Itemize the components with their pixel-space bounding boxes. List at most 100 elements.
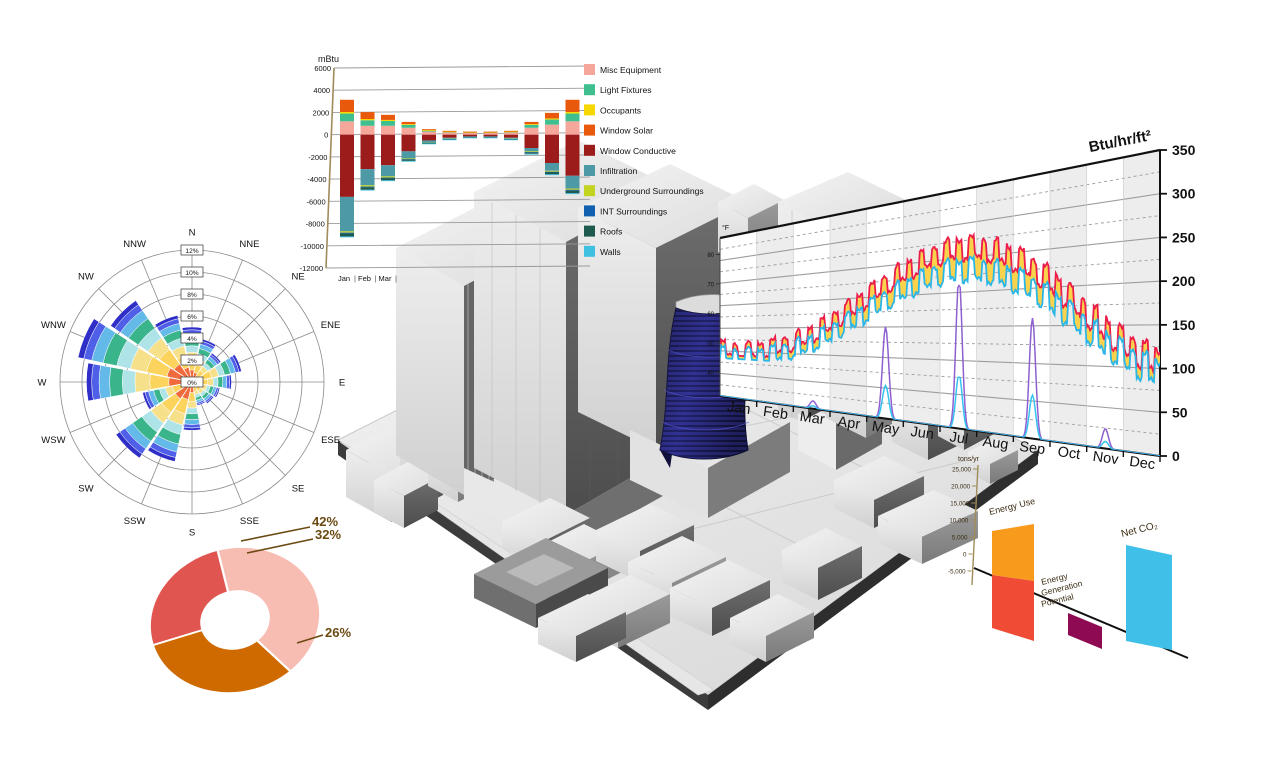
energy-bar-segment[interactable]	[360, 125, 375, 135]
energy-bar-segment[interactable]	[381, 165, 395, 177]
energy-bar-segment[interactable]	[524, 151, 539, 153]
energy-bar-segment[interactable]	[340, 231, 354, 233]
energy-bar-segment[interactable]	[360, 119, 375, 121]
energy-bar-segment[interactable]	[565, 121, 580, 135]
energy-bar-segment[interactable]	[545, 134, 559, 163]
monthly-chart-bars[interactable]	[340, 99, 580, 238]
legend-swatch[interactable]	[584, 185, 595, 197]
wind-rose-sector[interactable]	[98, 365, 112, 399]
wind-rose-sector[interactable]	[217, 376, 224, 388]
wind-rose-sector[interactable]	[122, 369, 137, 395]
energy-bar-segment[interactable]	[463, 134, 477, 137]
wind-rose-sector[interactable]	[184, 413, 200, 421]
energy-bar-segment[interactable]	[545, 163, 559, 171]
energy-bar-segment[interactable]	[483, 132, 498, 135]
energy-bar-segment[interactable]	[463, 137, 477, 139]
monthly-chart-legend[interactable]: Misc Equipment Light Fixtures Occupants Win…	[584, 64, 704, 257]
wind-rose-sector[interactable]	[184, 418, 200, 425]
energy-bar-segment[interactable]	[340, 112, 354, 114]
energy-bar-segment[interactable]	[340, 134, 354, 197]
energy-bar-segment[interactable]	[381, 176, 395, 178]
legend-swatch[interactable]	[584, 205, 595, 217]
wind-rose-sector[interactable]	[187, 400, 197, 409]
wind-rose-diagram[interactable]: 0% 2% 4% 6% 8% 10% 12% N NNE NE ENE E ESE SE SSE S SSW S…	[0, 212, 346, 542]
legend-swatch[interactable]	[584, 84, 595, 96]
energy-bar-segment[interactable]	[565, 113, 580, 122]
energy-bar-segment[interactable]	[340, 233, 354, 237]
legend-swatch[interactable]	[584, 144, 595, 156]
energy-bar-segment[interactable]	[565, 190, 580, 194]
wind-rose-sector[interactable]	[109, 366, 124, 398]
energy-bar-segment[interactable]	[422, 134, 436, 141]
energy-bar-segment[interactable]	[381, 125, 395, 135]
energy-bar-segment[interactable]	[360, 134, 375, 170]
wind-rose-sector[interactable]	[185, 407, 199, 415]
energy-bar-segment[interactable]	[442, 134, 457, 138]
energy-bar-segment[interactable]	[504, 134, 518, 138]
energy-bar-segment[interactable]	[422, 131, 436, 135]
energy-bar-segment[interactable]	[360, 112, 375, 119]
energy-bar-segment[interactable]	[401, 160, 416, 162]
energy-bar-segment[interactable]	[565, 99, 580, 112]
energy-bar-segment[interactable]	[463, 131, 477, 133]
energy-bar-segment[interactable]	[422, 143, 436, 145]
energy-bar-segment[interactable]	[381, 119, 395, 121]
legend-swatch[interactable]	[584, 225, 595, 237]
energy-bar-segment[interactable]	[524, 121, 539, 125]
energy-bar-segment[interactable]	[565, 175, 580, 189]
energy-bar-segment[interactable]	[565, 189, 580, 191]
energy-bar-segment[interactable]	[524, 124, 539, 125]
monthly-energy-balance-chart[interactable]: mBtu 6000 4000 2000 0 -2000 -4000 -6000 -8000 -1…	[300, 50, 720, 300]
energy-bar-segment[interactable]	[381, 180, 395, 182]
energy-bar-segment[interactable]	[545, 112, 559, 119]
energy-bar-segment[interactable]	[381, 121, 395, 126]
legend-swatch[interactable]	[584, 64, 595, 75]
energy-bar-segment[interactable]	[545, 172, 559, 175]
wind-rose-sector[interactable]	[134, 371, 151, 393]
energy-bar-segment[interactable]	[483, 134, 498, 137]
energy-bar-segment[interactable]	[422, 130, 436, 131]
energy-bar-segment[interactable]	[340, 236, 354, 238]
donut-slices[interactable]	[134, 529, 336, 711]
energy-bar-segment[interactable]	[360, 120, 375, 126]
co2-bar-generation[interactable]	[1068, 613, 1102, 649]
legend-swatch[interactable]	[584, 124, 595, 136]
energy-bar-segment[interactable]	[401, 134, 416, 152]
energy-bar-segment[interactable]	[401, 121, 416, 125]
wind-rose-sector[interactable]	[91, 363, 101, 401]
energy-bar-segment[interactable]	[524, 148, 539, 152]
energy-bar-segment[interactable]	[463, 132, 477, 135]
energy-bar-segment[interactable]	[545, 118, 559, 120]
energy-bar-segment[interactable]	[401, 124, 416, 125]
energy-bar-segment[interactable]	[504, 139, 518, 141]
wind-rose-sector[interactable]	[228, 374, 232, 390]
donut-slice[interactable]	[134, 548, 236, 647]
energy-bar-segment[interactable]	[483, 131, 498, 133]
wind-rose-petals[interactable]	[77, 300, 242, 462]
energy-bar-segment[interactable]	[401, 159, 416, 161]
energy-bar-segment[interactable]	[483, 137, 498, 139]
energy-bar-segment[interactable]	[401, 151, 416, 159]
energy-bar-segment[interactable]	[565, 188, 580, 190]
wind-rose-sector[interactable]	[222, 375, 228, 389]
energy-bar-segment[interactable]	[381, 114, 395, 120]
energy-bar-segment[interactable]	[340, 196, 354, 232]
energy-bar-segment[interactable]	[565, 112, 580, 114]
energy-bar-segment[interactable]	[360, 186, 375, 188]
energy-bar-segment[interactable]	[401, 127, 416, 135]
energy-bar-segment[interactable]	[565, 134, 580, 176]
energy-bar-segment[interactable]	[504, 137, 518, 139]
energy-bar-segment[interactable]	[340, 121, 354, 135]
energy-bar-segment[interactable]	[360, 169, 375, 186]
energy-bar-segment[interactable]	[442, 139, 457, 141]
energy-bar-segment[interactable]	[381, 134, 395, 166]
legend-swatch[interactable]	[584, 245, 595, 257]
energy-bar-segment[interactable]	[401, 158, 416, 160]
wind-rose-sector[interactable]	[185, 345, 199, 354]
energy-bar-segment[interactable]	[545, 174, 559, 176]
energy-bar-segment[interactable]	[360, 187, 375, 190]
energy-bar-segment[interactable]	[401, 124, 416, 128]
end-use-donut-chart[interactable]: 42% 32% 26%	[125, 495, 365, 730]
energy-bar-segment[interactable]	[442, 130, 457, 132]
energy-bar-segment[interactable]	[340, 113, 354, 122]
